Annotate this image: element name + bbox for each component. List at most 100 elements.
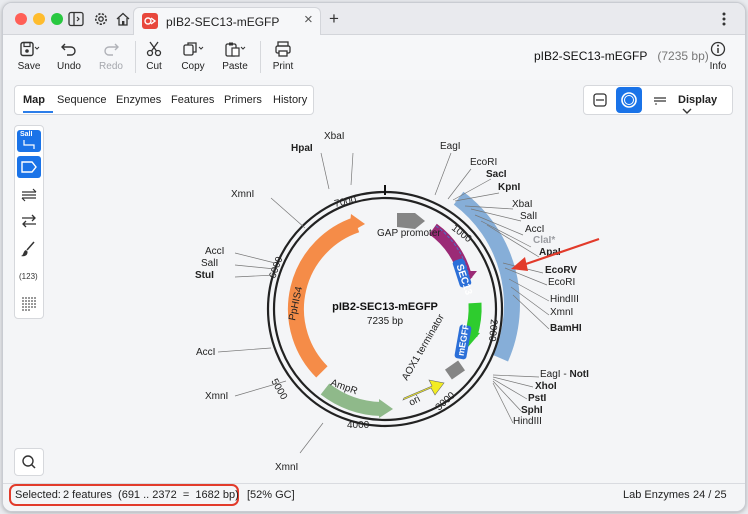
site-xhoi: XhoI	[535, 381, 557, 392]
tab-history[interactable]: History	[273, 94, 307, 106]
site-hpai: HpaI	[291, 143, 313, 154]
sequence-layout-button[interactable]	[17, 292, 41, 314]
feature-gap-promoter	[397, 213, 425, 229]
orf-icon	[21, 188, 37, 202]
tab-title: pIB2-SEC13-mEGFP	[166, 15, 280, 29]
zoom-window-button[interactable]	[51, 13, 63, 25]
site-clai: ClaI*	[533, 235, 555, 246]
tick-label-2000: 2000	[486, 319, 499, 343]
map-tools-sidebar: SalI (123)	[14, 125, 44, 319]
label-aox1: AOX1 terminator	[400, 312, 447, 383]
orf-tool-button[interactable]	[17, 184, 41, 206]
close-window-button[interactable]	[15, 13, 27, 25]
circular-map-icon	[621, 92, 637, 108]
site-hindiii-bottom: HindIII	[513, 416, 542, 427]
active-tab-indicator	[23, 111, 53, 113]
info-button[interactable]: Info	[698, 41, 738, 77]
sequence-view-button[interactable]	[648, 89, 672, 111]
scissors-icon	[146, 41, 162, 57]
feature-ampr-arrowhead	[379, 399, 393, 418]
site-hindiii-right: HindIII	[550, 294, 579, 305]
enzyme-tool-button[interactable]: SalI	[17, 130, 41, 152]
feature-aox1	[445, 360, 465, 380]
site-saci: SacI	[486, 169, 507, 180]
save-button[interactable]: Save	[9, 41, 49, 77]
site-xbai-top: XbaI	[324, 131, 345, 142]
site-psti: PstI	[528, 393, 547, 404]
circular-view-button[interactable]	[616, 87, 642, 113]
site-eagi-noti: EagI - NotI	[540, 369, 589, 380]
view-tab-bar: Map Sequence Enzymes Features Primers Hi…	[14, 85, 314, 115]
sequence-lines-icon	[654, 97, 666, 105]
site-ecori-top: EcoRI	[470, 157, 497, 168]
site-xmni-lower: XmnI	[205, 391, 228, 402]
site-acci-right: AccI	[525, 224, 544, 235]
tab-enzymes[interactable]: Enzymes	[116, 94, 161, 106]
document-tab[interactable]: pIB2-SEC13-mEGFP ×	[133, 7, 321, 35]
tab-primers[interactable]: Primers	[224, 94, 262, 106]
print-button[interactable]: Print	[263, 41, 303, 77]
feature-arrow-icon	[21, 161, 37, 173]
site-acci-left: AccI	[205, 246, 224, 257]
color-tool-button[interactable]	[17, 238, 41, 260]
redo-button[interactable]: Redo	[91, 41, 131, 77]
minimize-window-button[interactable]	[33, 13, 45, 25]
cut-button[interactable]: Cut	[134, 41, 174, 77]
title-bar: pIB2-SEC13-mEGFP × +	[3, 3, 745, 35]
close-tab-icon[interactable]: ×	[304, 11, 313, 28]
sequence-title: pIB2-SEC13-mEGFP (7235 bp)	[534, 49, 709, 63]
site-stui: StuI	[195, 270, 214, 281]
site-acci-lower: AccI	[196, 347, 215, 358]
app-window: pIB2-SEC13-mEGFP × + Save Undo Redo Cut …	[2, 2, 746, 512]
chevron-down-icon	[682, 108, 692, 114]
save-icon	[20, 41, 40, 57]
site-xmni-left: XmnI	[231, 189, 254, 200]
tab-map[interactable]: Map	[23, 94, 45, 106]
feature-tool-button[interactable]	[17, 156, 41, 178]
site-ecori-right: EcoRI	[548, 277, 575, 288]
map-title: pIB2-SEC13-mEGFP	[332, 301, 438, 313]
paste-button[interactable]: Paste	[215, 41, 255, 77]
tick-label-7000: 7000	[333, 194, 357, 209]
app-logo-icon	[142, 13, 158, 29]
enzyme-set-button[interactable]: Lab Enzymes	[623, 489, 690, 501]
site-sali-left: SalI	[201, 258, 218, 269]
map-canvas: 1000 2000 3000 4000 5000 6000 7000 GAP p…	[3, 119, 745, 481]
site-kpni: KpnI	[498, 182, 520, 193]
tab-sequence[interactable]: Sequence	[57, 94, 107, 106]
display-menu-button[interactable]: Display	[678, 94, 732, 118]
site-xmni-right: XmnI	[550, 307, 573, 318]
primer-tool-button[interactable]	[17, 210, 41, 232]
paste-icon	[225, 42, 246, 57]
site-eagi: EagI	[440, 141, 461, 152]
site-xbai-right: XbaI	[512, 199, 533, 210]
undo-button[interactable]: Undo	[49, 41, 89, 77]
label-sec13: SEC13	[454, 263, 474, 297]
new-tab-button[interactable]: +	[329, 9, 339, 29]
selection-label: Selected:	[15, 489, 61, 501]
toolbar-divider	[260, 41, 261, 73]
home-icon[interactable]	[114, 10, 132, 28]
search-icon	[22, 455, 36, 469]
enzyme-count: 24 / 25	[693, 489, 727, 501]
gear-icon[interactable]	[92, 10, 110, 28]
map-length: 7235 bp	[367, 316, 404, 327]
tick-label-5000: 5000	[268, 377, 289, 402]
copy-button[interactable]: Copy	[173, 41, 213, 77]
paintbrush-icon	[21, 241, 35, 257]
primer-arrows-icon	[22, 214, 36, 228]
numbering-toggle[interactable]: (123)	[19, 272, 38, 281]
linear-map-icon	[593, 93, 607, 107]
linear-view-button[interactable]	[588, 89, 612, 111]
view-controls: Display	[583, 85, 733, 115]
feature-megfp	[464, 302, 482, 337]
site-sali-right: SalI	[520, 211, 537, 222]
undo-icon	[61, 43, 76, 56]
tick-label-4000: 4000	[347, 420, 370, 431]
sidebar-toggle-icon[interactable]	[67, 10, 85, 28]
more-menu-icon[interactable]	[721, 11, 727, 32]
plasmid-map: 1000 2000 3000 4000 5000 6000 7000 GAP p…	[195, 131, 600, 473]
site-xmni-bottom: XmnI	[275, 462, 298, 473]
find-button[interactable]	[14, 448, 44, 476]
tab-features[interactable]: Features	[171, 94, 214, 106]
